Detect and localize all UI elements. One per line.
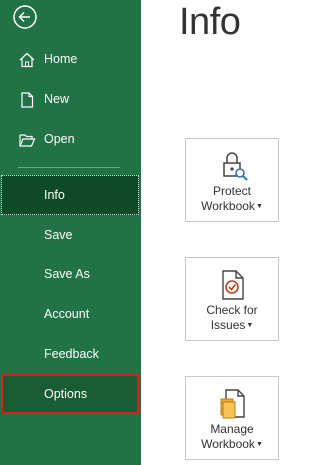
sidebar-item-label: Feedback [44, 347, 99, 361]
sidebar-item-label: New [44, 92, 70, 106]
manage-workbook-icon [216, 387, 250, 421]
sidebar-item-info[interactable]: Info [1, 175, 139, 215]
manage-workbook-button[interactable]: Manage Workbook▼ [185, 376, 279, 460]
sidebar-item-feedback[interactable]: Feedback [0, 335, 141, 375]
sidebar-item-save[interactable]: Save [0, 216, 141, 256]
page-title: Info [179, 1, 241, 43]
sidebar-item-new[interactable]: New [0, 80, 141, 120]
main-content: Info Protect Workbook▼ Check for Issues▼… [141, 0, 283, 465]
new-document-icon [18, 91, 36, 109]
open-folder-icon [18, 131, 36, 149]
sidebar-item-label: Options [44, 387, 88, 401]
chevron-down-icon: ▼ [246, 322, 254, 329]
sidebar-item-label: Home [44, 52, 78, 66]
sidebar-item-save-as[interactable]: Save As [0, 255, 141, 295]
document-check-icon [216, 268, 250, 302]
tile-label-line1: Manage [210, 422, 254, 436]
sidebar-item-account[interactable]: Account [0, 295, 141, 335]
chevron-down-icon: ▼ [255, 441, 263, 448]
tile-label-line2: Issues [210, 318, 246, 332]
home-icon [18, 51, 36, 69]
tile-label-line2: Workbook [201, 199, 255, 213]
tile-label-line2: Workbook [201, 437, 255, 451]
sidebar-item-label: Open [44, 132, 75, 146]
tile-label-line1: Protect [212, 184, 251, 198]
back-arrow-icon[interactable] [12, 4, 38, 30]
backstage-sidebar: Home New Open Info Save Save As Account … [0, 0, 141, 465]
sidebar-item-label: Save As [44, 267, 90, 281]
sidebar-item-label: Info [44, 188, 65, 202]
tile-label-line1: Check for [206, 303, 258, 317]
chevron-down-icon: ▼ [255, 203, 263, 210]
sidebar-item-options[interactable]: Options [1, 374, 139, 414]
protect-workbook-button[interactable]: Protect Workbook▼ [185, 138, 279, 222]
check-for-issues-button[interactable]: Check for Issues▼ [185, 257, 279, 341]
sidebar-item-label: Save [44, 228, 73, 242]
sidebar-item-open[interactable]: Open [0, 120, 141, 160]
lock-magnifier-icon [216, 149, 250, 183]
sidebar-item-label: Account [44, 307, 90, 321]
sidebar-item-home[interactable]: Home [0, 40, 141, 80]
sidebar-divider [18, 167, 120, 168]
